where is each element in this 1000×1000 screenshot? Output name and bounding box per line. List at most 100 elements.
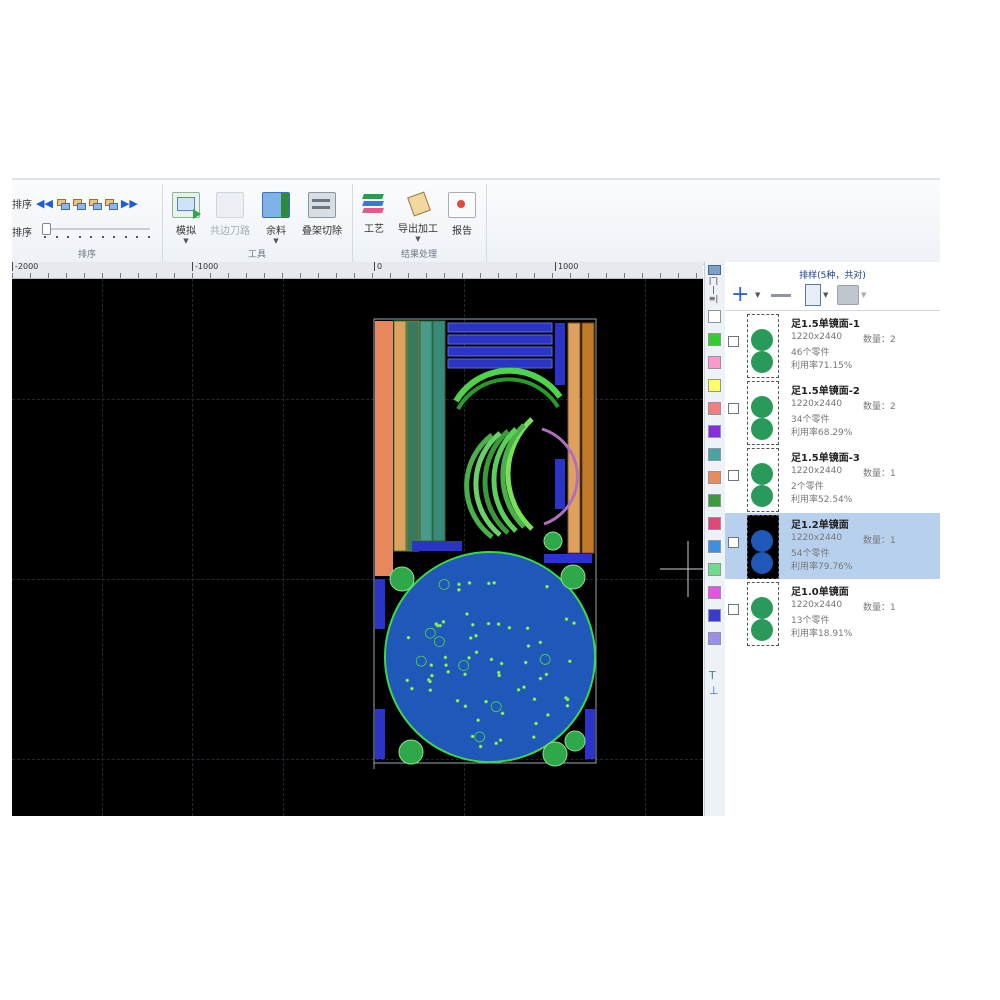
color-swatch[interactable]	[708, 563, 721, 576]
hole-part	[478, 744, 483, 749]
stack-cut-button[interactable]: 叠架切除	[300, 192, 344, 237]
hole-part	[428, 679, 432, 684]
item-name: 足1.5单镜面-3	[791, 453, 860, 464]
ruler-tick	[156, 273, 157, 278]
simulate-button[interactable]: 模拟 ▼	[164, 192, 208, 245]
hole-part	[457, 582, 461, 587]
hole-part	[470, 622, 475, 627]
hole-part	[474, 650, 479, 655]
hole-part	[405, 678, 410, 683]
hole-part	[410, 686, 414, 691]
remnant-dropdown-icon[interactable]: ▼	[254, 237, 298, 245]
small-circle-part	[389, 566, 415, 592]
color-swatch[interactable]	[708, 379, 721, 392]
simulate-icon	[172, 192, 201, 219]
item-checkbox[interactable]	[728, 537, 739, 548]
last-icon[interactable]: ▶▶	[121, 197, 138, 210]
nest-list-item[interactable]: 足1.2单镜面 1220x2440 数量：1 54个零件 利用率79.76%	[725, 513, 940, 579]
sort-tool-1-icon[interactable]	[56, 198, 70, 210]
color-swatch[interactable]	[708, 540, 721, 553]
ruler-label: -1000	[192, 262, 218, 271]
nesting-list-panel: 排样(5种，共对) + ▼ ▼ ▼ 足1.5单镜面-1 1220x2440 数量：2…	[725, 262, 940, 816]
nesting-canvas[interactable]	[12, 279, 703, 816]
remnant-button[interactable]: 余料 ▼	[254, 192, 298, 245]
save-dropdown-icon[interactable]: ▼	[861, 291, 866, 299]
color-swatch[interactable]	[708, 356, 721, 369]
item-part-count: 2个零件	[791, 482, 824, 492]
simulate-dropdown-icon[interactable]: ▼	[164, 237, 208, 245]
hole-part	[486, 581, 491, 586]
color-swatch[interactable]	[708, 402, 721, 415]
sheet-thumbnail	[747, 448, 779, 512]
ruler-tick	[354, 273, 355, 278]
hole-part	[484, 699, 488, 704]
export-dropdown-icon[interactable]: ▼	[396, 235, 440, 243]
save-icon[interactable]	[837, 285, 859, 305]
nest-list-item[interactable]: 足1.0单镜面 1220x2440 数量：1 13个零件 利用率18.91%	[725, 580, 940, 646]
nest-list-item[interactable]: 足1.5单镜面-1 1220x2440 数量：2 46个零件 利用率71.15%	[725, 312, 940, 378]
view-dropdown-icon[interactable]: ▼	[823, 291, 828, 299]
common-edge-button[interactable]: 共边刀路	[208, 192, 252, 237]
text-tool-icon[interactable]: T	[709, 669, 716, 682]
ruler-tick	[66, 273, 67, 278]
item-part-count: 34个零件	[791, 415, 830, 425]
color-swatch[interactable]	[708, 517, 721, 530]
sort-slider[interactable]	[42, 223, 150, 235]
item-checkbox[interactable]	[728, 470, 739, 481]
result-group-label: 结果处理	[400, 250, 437, 260]
color-swatch[interactable]	[708, 333, 721, 346]
layer-icon[interactable]	[708, 265, 721, 275]
process-button[interactable]: 工艺	[352, 192, 396, 235]
small-circle-part	[542, 741, 568, 767]
export-button[interactable]: 导出加工 ▼	[396, 191, 440, 243]
item-checkbox[interactable]	[728, 403, 739, 414]
ruler-tick	[318, 273, 319, 278]
ribbon-toolbar: 排序 ◀◀ ▶▶ 排序 排序 模拟 ▼ 共边刀路 余料 ▼ 叠架切除 工具 工艺…	[12, 178, 940, 265]
sheet-drawing[interactable]	[12, 279, 703, 816]
nest-list-item[interactable]: 足1.5单镜面-2 1220x2440 数量：2 34个零件 利用率68.29%	[725, 379, 940, 445]
ruler-tick	[624, 273, 625, 278]
color-swatch[interactable]	[708, 586, 721, 599]
panel-title: 排样(5种，共对)	[799, 271, 866, 281]
hole-part	[526, 644, 531, 648]
part-strip	[406, 320, 420, 552]
color-swatch[interactable]	[708, 425, 721, 438]
color-swatch[interactable]	[708, 310, 721, 323]
hole-part	[500, 711, 505, 716]
hole-part	[525, 626, 530, 631]
sort-tool-4-icon[interactable]	[104, 198, 118, 210]
ruler-label: -2000	[12, 262, 38, 271]
report-button[interactable]: 报告	[440, 192, 484, 237]
hole-part	[467, 581, 472, 585]
ruler-tick	[30, 273, 31, 278]
ruler-tick	[570, 273, 571, 278]
sort-tool-3-icon[interactable]	[88, 198, 102, 210]
item-quantity: 数量：1	[863, 536, 896, 546]
color-swatch[interactable]	[708, 632, 721, 645]
first-icon[interactable]: ◀◀	[36, 197, 53, 210]
item-checkbox[interactable]	[728, 604, 739, 615]
color-swatch[interactable]	[708, 494, 721, 507]
item-quantity: 数量：1	[863, 469, 896, 479]
color-swatch[interactable]	[708, 609, 721, 622]
sheet-thumbnail	[747, 314, 779, 378]
export-label: 导出加工	[398, 224, 438, 235]
item-size: 1220x2440	[791, 600, 843, 610]
ruler-tick	[480, 273, 481, 278]
item-name: 足1.5单镜面-1	[791, 319, 860, 330]
sort-tool-2-icon[interactable]	[72, 198, 86, 210]
item-checkbox[interactable]	[728, 336, 739, 347]
hole-part	[532, 735, 536, 739]
slider-knob[interactable]	[42, 223, 51, 235]
add-dropdown-icon[interactable]: ▼	[755, 291, 760, 299]
align-bottom-icon[interactable]: ⊥	[709, 684, 719, 697]
nest-list-item[interactable]: 足1.5单镜面-3 1220x2440 数量：1 2个零件 利用率52.54%	[725, 446, 940, 512]
color-swatch[interactable]	[708, 448, 721, 461]
color-swatch[interactable]	[708, 471, 721, 484]
remove-icon[interactable]	[771, 294, 791, 297]
add-icon[interactable]: +	[731, 284, 749, 306]
list-view-icon[interactable]	[805, 284, 821, 306]
hole-part	[428, 688, 433, 692]
item-utilization: 利用率79.76%	[791, 562, 853, 572]
vertical-text-icon[interactable]: |‾| |≡|	[708, 276, 719, 306]
